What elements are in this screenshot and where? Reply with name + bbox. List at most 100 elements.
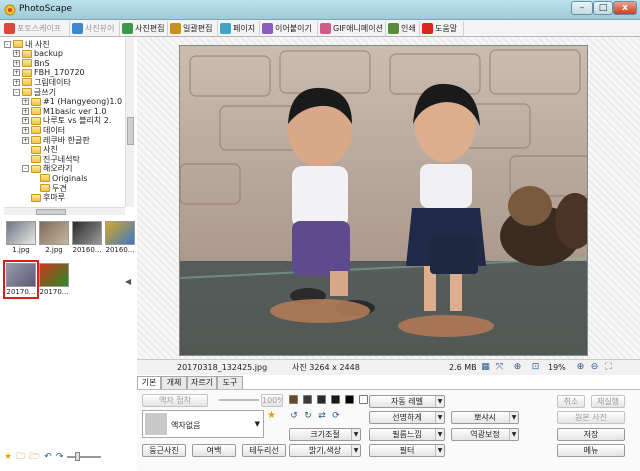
dropdown-arrow-icon[interactable]: ▼ <box>509 429 518 440</box>
tab-5[interactable]: 이어붙이기 <box>260 21 318 36</box>
dropdown-arrow-icon[interactable]: ▼ <box>435 429 444 440</box>
thumbnail-item[interactable]: 20170... <box>39 263 69 296</box>
thumbnail-item[interactable]: 1.jpg <box>6 221 36 254</box>
tab-6[interactable]: GIF애니메이션 <box>318 21 386 36</box>
margin-button[interactable]: 여백 <box>192 444 236 457</box>
scrollbar-thumb[interactable] <box>127 117 134 145</box>
tab-3[interactable]: 일괄편집 <box>168 21 218 36</box>
round-photo-button[interactable]: 둥근사진 <box>142 444 186 457</box>
zoom-in-icon[interactable]: ⊕ <box>575 362 586 373</box>
save-button[interactable]: 저장 <box>557 428 625 441</box>
dropdown-arrow-icon[interactable]: ▼ <box>351 429 360 440</box>
dropdown-arrow-icon[interactable]: ▼ <box>435 412 444 423</box>
dropdown-arrow-icon[interactable]: ▼ <box>435 396 444 407</box>
folder-open-icon[interactable]: 🗁 <box>29 449 40 465</box>
thumbnail-size-slider[interactable] <box>67 452 102 461</box>
tree-expander-icon[interactable]: - <box>13 88 20 96</box>
tree-node[interactable]: + backup <box>13 49 63 59</box>
frame-merge-button[interactable]: 액자 접착 <box>142 394 208 407</box>
swatch-5[interactable] <box>345 395 354 404</box>
rotate-left-icon[interactable]: ↺ <box>289 411 299 421</box>
redo-button[interactable]: 재실행 <box>591 395 625 408</box>
soften-button[interactable]: 뽀샤시 ▼ <box>451 411 519 424</box>
tree-horizontal-scrollbar[interactable] <box>4 207 125 215</box>
dropdown-arrow-icon[interactable]: ▼ <box>351 445 360 456</box>
flip-icon[interactable]: ⇄ <box>317 411 327 421</box>
tree-expander-icon[interactable]: - <box>4 40 11 48</box>
zoom-out-icon[interactable]: ⊖ <box>589 362 600 373</box>
star-icon[interactable]: ★ <box>4 452 12 462</box>
forward-arrow-icon[interactable]: ↷ <box>56 452 64 462</box>
minimize-button[interactable]: – <box>571 1 593 15</box>
tab-1[interactable]: 사진뷰어 <box>70 21 120 36</box>
tab-4[interactable]: 페이지 <box>218 21 260 36</box>
tab-2[interactable]: 사진편집 <box>120 21 168 36</box>
tree-expander-icon[interactable]: + <box>22 98 29 106</box>
favorite-star-icon[interactable]: ★ <box>267 410 276 421</box>
border-button[interactable]: 테두리선 <box>242 444 286 457</box>
original-photo-button[interactable]: 원본 사진 <box>557 411 625 424</box>
tree-expander-icon[interactable]: + <box>13 50 20 58</box>
tab-0[interactable]: 포토스케이프 <box>2 21 70 36</box>
sharpen-button[interactable]: 선명하게 ▼ <box>369 411 445 424</box>
tree-node[interactable]: + #1 (Hangyeong)1.0 <box>22 97 122 107</box>
tree-expander-icon[interactable]: + <box>22 107 29 115</box>
swatch-4[interactable] <box>331 395 340 404</box>
scrollbar-thumb[interactable] <box>36 209 66 215</box>
zoom-fit-icon[interactable]: ⊡ <box>530 362 541 373</box>
auto-level-button[interactable]: 자동 레벨 ▼ <box>369 395 445 408</box>
tab-8[interactable]: 도움말 <box>420 21 464 36</box>
dropdown-arrow-icon[interactable]: ▼ <box>509 412 518 423</box>
rotate-free-icon[interactable]: ⟳ <box>331 411 341 421</box>
frame-percent-field[interactable]: 100% <box>261 394 283 407</box>
tree-expander-icon[interactable]: + <box>22 136 29 144</box>
folder-star-icon[interactable]: 🗀 <box>16 449 25 465</box>
frame-select[interactable]: 액자없음 ▼ <box>142 410 264 438</box>
tree-node[interactable]: + BnS <box>13 58 50 68</box>
tree-expander-icon[interactable]: + <box>22 126 29 134</box>
edit-tab-3[interactable]: 도구 <box>217 376 243 389</box>
brightness-color-button[interactable]: 밝기,색상 ▼ <box>289 444 361 457</box>
back-arrow-icon[interactable]: ↶ <box>44 452 52 462</box>
tree-expander-icon[interactable]: + <box>13 59 20 67</box>
dropdown-arrow-icon[interactable]: ▼ <box>435 445 444 456</box>
frame-percent-slider[interactable] <box>219 399 259 401</box>
zoom-actual-icon[interactable]: ⊕ <box>512 362 523 373</box>
tree-expander-icon[interactable]: + <box>13 78 20 86</box>
undo-button[interactable]: 취소 <box>557 395 585 408</box>
rotate-right-icon[interactable]: ↻ <box>303 411 313 421</box>
collapse-panel-arrow-icon[interactable]: ◀ <box>125 277 131 286</box>
thumbnail-item[interactable]: 20170... <box>3 260 39 299</box>
tree-node[interactable]: 후마루 <box>22 193 65 203</box>
grid-icon[interactable]: ▦ <box>480 362 491 373</box>
tree-node[interactable]: - 글쓰기 <box>13 87 56 97</box>
film-effect-button[interactable]: 필름느낌 ▼ <box>369 428 445 441</box>
fit-screen-icon[interactable]: ⤧ <box>494 362 505 373</box>
tree-expander-icon[interactable]: - <box>22 165 29 173</box>
tree-node[interactable]: -내 사진 <box>4 39 50 49</box>
tree-node[interactable]: + 나루토 vs 블리치 2. <box>22 116 111 126</box>
backlight-button[interactable]: 역광보정 ▼ <box>451 428 519 441</box>
swatch-1[interactable] <box>289 395 298 404</box>
tree-vertical-scrollbar[interactable] <box>125 37 134 207</box>
filter-button[interactable]: 필터 ▼ <box>369 444 445 457</box>
chevron-down-icon[interactable]: ▼ <box>255 420 260 428</box>
thumbnail-item[interactable]: 2.jpg <box>39 221 69 254</box>
swatch-3[interactable] <box>317 395 326 404</box>
close-button[interactable]: x <box>613 1 637 15</box>
maximize-button[interactable]: □ <box>593 1 613 15</box>
fullscreen-icon[interactable]: ⛶ <box>603 362 614 373</box>
edit-tab-2[interactable]: 자르기 <box>187 376 217 389</box>
swatch-2[interactable] <box>303 395 312 404</box>
thumbnail-item[interactable]: 20160... <box>72 221 102 254</box>
edited-photo[interactable] <box>179 45 588 356</box>
tree-node[interactable]: - 해오라기 <box>22 164 72 174</box>
tab-7[interactable]: 인쇄 <box>386 21 420 36</box>
tree-expander-icon[interactable]: + <box>13 69 20 77</box>
edit-tab-1[interactable]: 개체 <box>161 376 187 389</box>
edit-tab-0[interactable]: 기본 <box>137 376 161 390</box>
resize-button[interactable]: 크기조절 ▼ <box>289 428 361 441</box>
swatch-6[interactable] <box>359 395 368 404</box>
thumbnail-item[interactable]: 20160... <box>105 221 135 254</box>
menu-button[interactable]: 메뉴 <box>557 444 625 457</box>
